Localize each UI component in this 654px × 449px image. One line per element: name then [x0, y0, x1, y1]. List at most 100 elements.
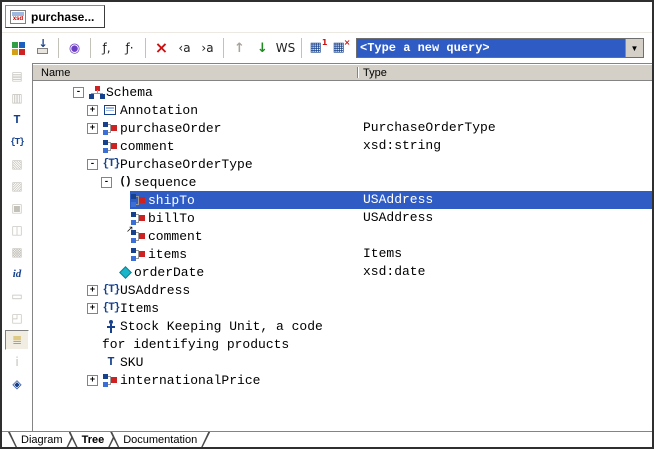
- tree-item: + purchaseOrder: [87, 119, 221, 137]
- toolbar-separator: [301, 38, 302, 58]
- tool-12-icon: ◰: [5, 308, 29, 328]
- complextype-icon: {T}: [103, 302, 120, 314]
- tree-item-icon-slot: {T}: [102, 155, 120, 173]
- tree-item-label: comment: [120, 139, 175, 154]
- tree-item-label: for identifying products: [102, 337, 289, 352]
- tree-item-type: xsd:date: [363, 263, 425, 281]
- tree-item-label: PurchaseOrderType: [120, 157, 253, 172]
- tool-8-icon: ◫: [5, 220, 29, 240]
- tree-row[interactable]: commentxsd:string: [33, 137, 652, 155]
- element-icon: [103, 122, 119, 135]
- tree-item: comment: [87, 137, 175, 155]
- tool-5-icon: ▧: [5, 154, 29, 174]
- tree-row[interactable]: TSKU: [33, 353, 652, 371]
- identity-tool-icon[interactable]: id: [5, 264, 29, 284]
- tree-row[interactable]: -{T}PurchaseOrderType: [33, 155, 652, 173]
- app-window: xsd purchase... ↓◉ƒ,ƒ·×‹a›a↑↓WS▦1▦× <Typ…: [0, 0, 654, 449]
- complextype-tool-icon[interactable]: {T}: [5, 132, 29, 152]
- tree-item: items: [115, 245, 187, 263]
- tree-item-label: shipTo: [148, 193, 195, 208]
- tree-item-label: Items: [120, 301, 159, 316]
- tree-item: +{T}USAddress: [87, 281, 190, 299]
- sequence-icon: (): [119, 176, 130, 188]
- import-data-button[interactable]: ↓: [31, 37, 54, 59]
- tree-item-label: items: [148, 247, 187, 262]
- window-title-tab[interactable]: xsd purchase...: [5, 5, 105, 28]
- preview-button[interactable]: ◉: [63, 37, 86, 59]
- window-title: purchase...: [31, 10, 94, 24]
- tree-item: + internationalPrice: [87, 371, 260, 389]
- query-combo[interactable]: <Type a new query> ▼: [356, 38, 644, 58]
- tab-documentation[interactable]: Documentation: [110, 432, 210, 448]
- edit-forward-button[interactable]: ›a: [196, 37, 219, 59]
- insert-function-button[interactable]: ƒ,: [95, 37, 118, 59]
- expander-plus-icon[interactable]: +: [87, 375, 98, 386]
- xsd-file-icon: xsd: [10, 10, 26, 24]
- tree-row[interactable]: orderDate xsd:date: [33, 263, 652, 281]
- tool-7-icon: ▣: [5, 198, 29, 218]
- expander-plus-icon[interactable]: +: [87, 105, 98, 116]
- table-view-1-button[interactable]: ▦1: [306, 37, 329, 59]
- expander-minus-icon[interactable]: -: [101, 177, 112, 188]
- combo-dropdown-button[interactable]: ▼: [625, 39, 643, 57]
- tree-item-icon-slot: [102, 119, 120, 137]
- table-remove-button[interactable]: ▦×: [329, 37, 352, 59]
- tree-item-label: purchaseOrder: [120, 121, 221, 136]
- tab-label: Tree: [82, 434, 105, 446]
- tree-row[interactable]: itemsItems: [33, 245, 652, 263]
- tree-row[interactable]: +{T}USAddress: [33, 281, 652, 299]
- tab-label: Documentation: [123, 434, 197, 446]
- move-down-button[interactable]: ↓: [251, 37, 274, 59]
- tree-item-label: comment: [148, 229, 203, 244]
- element-icon: [103, 374, 119, 387]
- expander-plus-icon[interactable]: +: [87, 123, 98, 134]
- tree-row[interactable]: + purchaseOrder PurchaseOrderType: [33, 119, 652, 137]
- expander-plus-icon[interactable]: +: [87, 285, 98, 296]
- tree-row[interactable]: for identifying products: [33, 335, 652, 353]
- side-toolbar: ▤▥T{T}▧▨▣◫▩id▭◰≣i◈: [2, 63, 32, 431]
- red-x-icon: ×: [155, 40, 168, 56]
- annotation-tool-icon[interactable]: ≣: [5, 330, 29, 350]
- toolbar-buttons: ↓◉ƒ,ƒ·×‹a›a↑↓WS▦1▦×: [8, 37, 352, 59]
- element-icon: [131, 194, 147, 207]
- tree-item: +Annotation: [87, 101, 198, 119]
- tree-item-icon-slot: [116, 263, 134, 281]
- attribute-icon: [117, 266, 133, 279]
- tree-row[interactable]: + {T}Items: [33, 299, 652, 317]
- tree-row[interactable]: ↗comment: [33, 227, 652, 245]
- elementRef-icon: ↗: [131, 230, 147, 243]
- tree-item: shipTo: [115, 191, 195, 209]
- web-service-button[interactable]: WS: [274, 37, 297, 59]
- tree-item-label: Stock Keeping Unit, a code: [120, 319, 323, 334]
- function-builder-button[interactable]: ƒ·: [118, 37, 141, 59]
- annotation-icon: [103, 104, 119, 117]
- complextype-icon: {T}: [103, 284, 120, 296]
- expander-plus-icon[interactable]: +: [87, 303, 98, 314]
- grid-one-icon: ▦1: [310, 42, 326, 55]
- tree-item-label: internationalPrice: [120, 373, 260, 388]
- tree-row[interactable]: -Schema: [33, 83, 652, 101]
- complextype-icon: {T}: [103, 158, 120, 170]
- expander-minus-icon[interactable]: -: [87, 159, 98, 170]
- query-combo-value[interactable]: <Type a new query>: [357, 39, 625, 57]
- tab-diagram[interactable]: Diagram: [8, 432, 76, 448]
- import-arrow-icon: ↓: [35, 42, 51, 55]
- column-header-name[interactable]: Name: [41, 67, 70, 79]
- title-bar: xsd purchase...: [2, 2, 652, 32]
- text-tool-icon[interactable]: T: [5, 110, 29, 130]
- tree-row[interactable]: Stock Keeping Unit, a code: [33, 317, 652, 335]
- tree-row[interactable]: + internationalPrice: [33, 371, 652, 389]
- move-up-button[interactable]: ↑: [228, 37, 251, 59]
- info-tool-icon: i: [5, 352, 29, 372]
- tree-row[interactable]: -()sequence: [33, 173, 652, 191]
- column-header-type[interactable]: Type: [363, 67, 387, 79]
- tree-row[interactable]: +Annotation: [33, 101, 652, 119]
- edit-back-button[interactable]: ‹a: [173, 37, 196, 59]
- tree-row[interactable]: shipToUSAddress: [33, 191, 652, 209]
- tree-item-label: orderDate: [134, 265, 204, 280]
- delete-item-button[interactable]: ×: [150, 37, 173, 59]
- tree-item-type: PurchaseOrderType: [363, 119, 496, 137]
- mapping-grid-button[interactable]: [8, 37, 31, 59]
- price-tool-icon[interactable]: ◈: [5, 374, 29, 394]
- expander-minus-icon[interactable]: -: [73, 87, 84, 98]
